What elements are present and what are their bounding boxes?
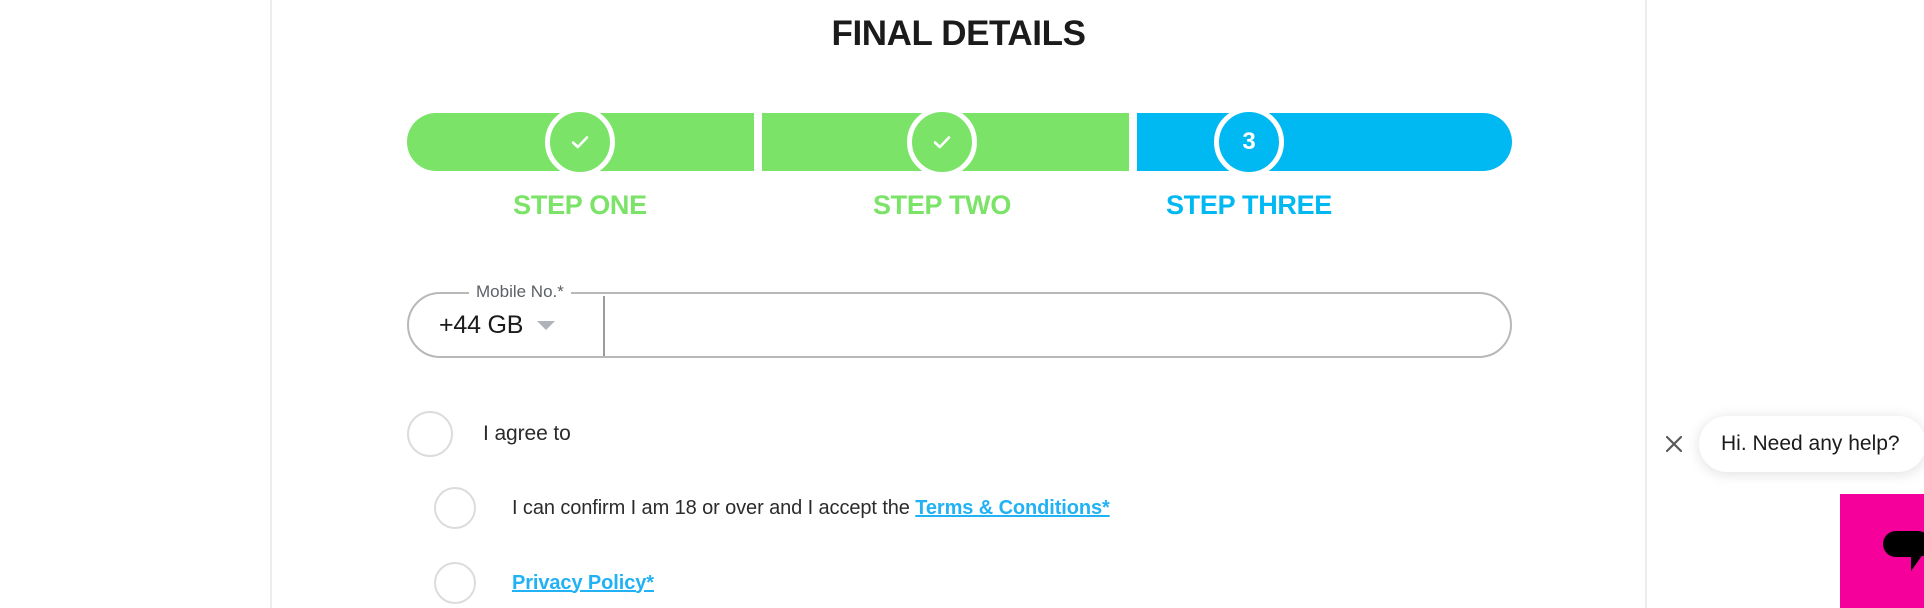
consent-row-age-and-terms[interactable]: I can confirm I am 18 or over and I acce… xyxy=(434,487,1110,529)
agree-to-checkbox[interactable] xyxy=(407,411,453,457)
privacy-policy-label: Privacy Policy* xyxy=(512,572,654,595)
step-track-three[interactable] xyxy=(1137,113,1512,171)
phone-number-input[interactable] xyxy=(609,296,1502,356)
chat-prompt-text: Hi. Need any help? xyxy=(1721,432,1900,455)
consent-row-privacy-policy[interactable]: Privacy Policy* xyxy=(434,562,654,604)
chevron-down-icon xyxy=(537,320,556,330)
content-column-right-rule xyxy=(1645,0,1647,608)
progress-stepper: 3 xyxy=(407,107,1512,177)
step-marker-one[interactable] xyxy=(545,107,615,177)
terms-and-conditions-link[interactable]: Terms & Conditions* xyxy=(915,497,1110,519)
page-title: FINAL DETAILS xyxy=(831,14,1086,53)
agree-to-text: I agree to xyxy=(483,422,571,445)
privacy-policy-checkbox[interactable] xyxy=(434,562,476,604)
step-label-two[interactable]: STEP TWO xyxy=(873,190,1011,221)
page-root: FINAL DETAILS 3 STEP ONE STEP TWO STEP T… xyxy=(0,0,1924,608)
close-icon xyxy=(1660,430,1688,458)
consent-row-agree-to[interactable]: I agree to xyxy=(407,411,571,457)
field-divider xyxy=(603,296,605,356)
step-label-row: STEP ONE STEP TWO STEP THREE xyxy=(407,190,1512,224)
step-marker-three[interactable]: 3 xyxy=(1214,107,1284,177)
chat-launcher-button[interactable] xyxy=(1840,494,1924,608)
chat-close-button[interactable] xyxy=(1650,420,1698,468)
age-and-terms-label: I can confirm I am 18 or over and I acce… xyxy=(512,497,1110,520)
country-code-value: +44 GB xyxy=(439,310,524,339)
privacy-policy-link[interactable]: Privacy Policy* xyxy=(512,572,654,594)
step-marker-two[interactable] xyxy=(907,107,977,177)
step-label-one[interactable]: STEP ONE xyxy=(513,190,647,221)
step-marker-three-number: 3 xyxy=(1242,128,1256,155)
agree-to-label: I agree to xyxy=(483,422,571,446)
check-icon xyxy=(929,129,955,155)
content-column-left-rule xyxy=(270,0,272,608)
chat-widget: Hi. Need any help? xyxy=(1650,0,1924,608)
country-code-select[interactable]: +44 GB xyxy=(433,294,601,356)
age-and-terms-checkbox[interactable] xyxy=(434,487,476,529)
age-and-terms-text: I can confirm I am 18 or over and I acce… xyxy=(512,496,916,519)
mobile-number-field: Mobile No.* +44 GB xyxy=(407,282,1512,358)
chat-prompt-bubble[interactable]: Hi. Need any help? xyxy=(1699,416,1924,472)
chat-bubble-icon xyxy=(1877,525,1924,577)
step-label-three[interactable]: STEP THREE xyxy=(1166,190,1332,221)
check-icon xyxy=(567,129,593,155)
